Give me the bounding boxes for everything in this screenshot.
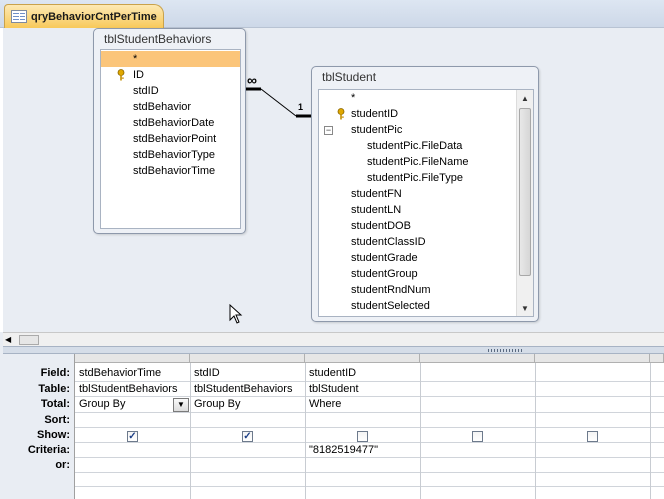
grid-line xyxy=(535,363,536,499)
column-selector[interactable] xyxy=(190,354,305,363)
column-selector[interactable] xyxy=(75,354,190,363)
show-checkbox[interactable]: ✓ xyxy=(127,431,138,442)
column-selector[interactable] xyxy=(650,354,664,363)
column-selector[interactable] xyxy=(305,354,420,363)
field-item[interactable]: studentRndNum xyxy=(319,282,431,298)
field-cell[interactable]: stdID xyxy=(191,366,305,381)
row-label-field: Field: xyxy=(40,367,70,379)
row-label-sort: Sort: xyxy=(44,414,70,426)
table-title[interactable]: tblStudentBehaviors xyxy=(94,29,245,49)
table-title[interactable]: tblStudent xyxy=(312,67,538,87)
criteria-cell[interactable] xyxy=(191,443,305,458)
relationship-one-symbol: 1 xyxy=(298,102,304,112)
row-label-show: Show: xyxy=(37,429,70,441)
field-item[interactable]: stdID xyxy=(101,83,159,99)
query-design-grid[interactable]: Field: Table: Total: Sort: Show: Criteri… xyxy=(3,354,664,499)
sort-cell[interactable] xyxy=(76,413,190,428)
grid-row-labels: Field: Table: Total: Sort: Show: Criteri… xyxy=(3,354,75,499)
field-item[interactable]: studentGroup xyxy=(319,266,418,282)
field-item[interactable]: stdBehaviorPoint xyxy=(101,131,216,147)
field-item[interactable]: studentSelected xyxy=(319,298,430,314)
field-item[interactable]: studentFN xyxy=(319,186,402,202)
show-checkbox[interactable]: ✓ xyxy=(242,431,253,442)
field-item[interactable]: studentPic.FileName xyxy=(319,154,469,170)
table-box-student-behaviors[interactable]: tblStudentBehaviors * ID stdID stdBehavi… xyxy=(93,28,246,234)
relationship-many-symbol: ∞ xyxy=(247,72,257,88)
show-checkbox[interactable] xyxy=(357,431,368,442)
field-list-scrollbar[interactable]: ▲ ▼ xyxy=(516,90,533,316)
splitter-grip-icon[interactable] xyxy=(488,349,522,352)
total-dropdown-icon[interactable]: ▼ xyxy=(173,398,189,412)
table-cell[interactable]: tblStudent xyxy=(306,382,420,397)
row-label-criteria: Criteria: xyxy=(27,444,70,456)
field-item[interactable]: ID xyxy=(101,67,144,83)
field-item[interactable]: studentPic xyxy=(319,122,402,138)
field-item[interactable]: stdBehaviorDate xyxy=(101,115,214,131)
query-icon xyxy=(11,10,27,23)
query-tab-label: qryBehaviorCntPerTime xyxy=(31,10,157,23)
field-item[interactable]: stdBehavior xyxy=(101,99,191,115)
column-selector[interactable] xyxy=(535,354,650,363)
field-item[interactable]: stdBehaviorTime xyxy=(101,163,215,179)
scroll-left-icon[interactable]: ◀ xyxy=(5,335,15,345)
field-item[interactable]: stdBehaviorType xyxy=(101,147,215,163)
grid-line xyxy=(75,486,664,487)
grid-line xyxy=(650,363,651,499)
show-checkbox[interactable] xyxy=(587,431,598,442)
row-label-table: Table: xyxy=(38,383,70,395)
column-selector[interactable] xyxy=(420,354,535,363)
field-item[interactable]: studentLN xyxy=(319,202,401,218)
query-design-surface[interactable]: ∞ 1 tblStudentBehaviors * ID stdID stdBe… xyxy=(0,28,664,332)
field-item[interactable]: studentID xyxy=(319,106,398,122)
row-label-or: or: xyxy=(55,459,70,471)
sort-cell[interactable] xyxy=(191,413,305,428)
total-cell[interactable]: Where xyxy=(306,397,420,412)
scroll-down-icon[interactable]: ▼ xyxy=(517,300,533,316)
field-item[interactable]: studentClassID xyxy=(319,234,426,250)
field-item[interactable]: studentPic.FileType xyxy=(319,170,463,186)
field-list[interactable]: * studentID − studentPic studentPic.File… xyxy=(318,89,534,317)
total-cell[interactable]: Group By xyxy=(76,397,172,412)
sort-cell[interactable] xyxy=(306,413,420,428)
document-tab-strip: qryBehaviorCntPerTime xyxy=(0,0,664,28)
scroll-thumb[interactable] xyxy=(19,335,39,345)
table-cell[interactable]: tblStudentBehaviors xyxy=(76,382,190,397)
show-checkbox[interactable] xyxy=(472,431,483,442)
criteria-cell[interactable]: "8182519477" xyxy=(306,443,420,458)
field-cell[interactable]: studentID xyxy=(306,366,420,381)
field-item[interactable]: * xyxy=(101,51,240,67)
field-item[interactable]: studentGrade xyxy=(319,250,418,266)
scroll-up-icon[interactable]: ▲ xyxy=(517,90,533,106)
total-cell[interactable]: Group By xyxy=(191,397,305,412)
row-label-total: Total: xyxy=(40,398,70,410)
field-cell[interactable]: stdBehaviorTime xyxy=(76,366,190,381)
criteria-cell[interactable] xyxy=(76,443,190,458)
grid-line xyxy=(420,363,421,499)
query-tab[interactable]: qryBehaviorCntPerTime xyxy=(4,4,164,28)
surface-horizontal-scrollbar[interactable]: ◀ xyxy=(3,332,664,346)
field-list[interactable]: * ID stdID stdBehavior stdBehaviorDate s… xyxy=(100,49,241,229)
table-box-student[interactable]: tblStudent * studentID − studentPic stud… xyxy=(311,66,539,322)
table-cell[interactable]: tblStudentBehaviors xyxy=(191,382,305,397)
field-item[interactable]: studentPic.FileData xyxy=(319,138,462,154)
scroll-thumb[interactable] xyxy=(519,108,531,276)
grid-line xyxy=(75,472,664,473)
field-item[interactable]: studentDOB xyxy=(319,218,411,234)
pane-splitter[interactable] xyxy=(3,346,664,354)
mouse-cursor-icon xyxy=(229,304,243,324)
field-item[interactable]: * xyxy=(319,90,355,106)
